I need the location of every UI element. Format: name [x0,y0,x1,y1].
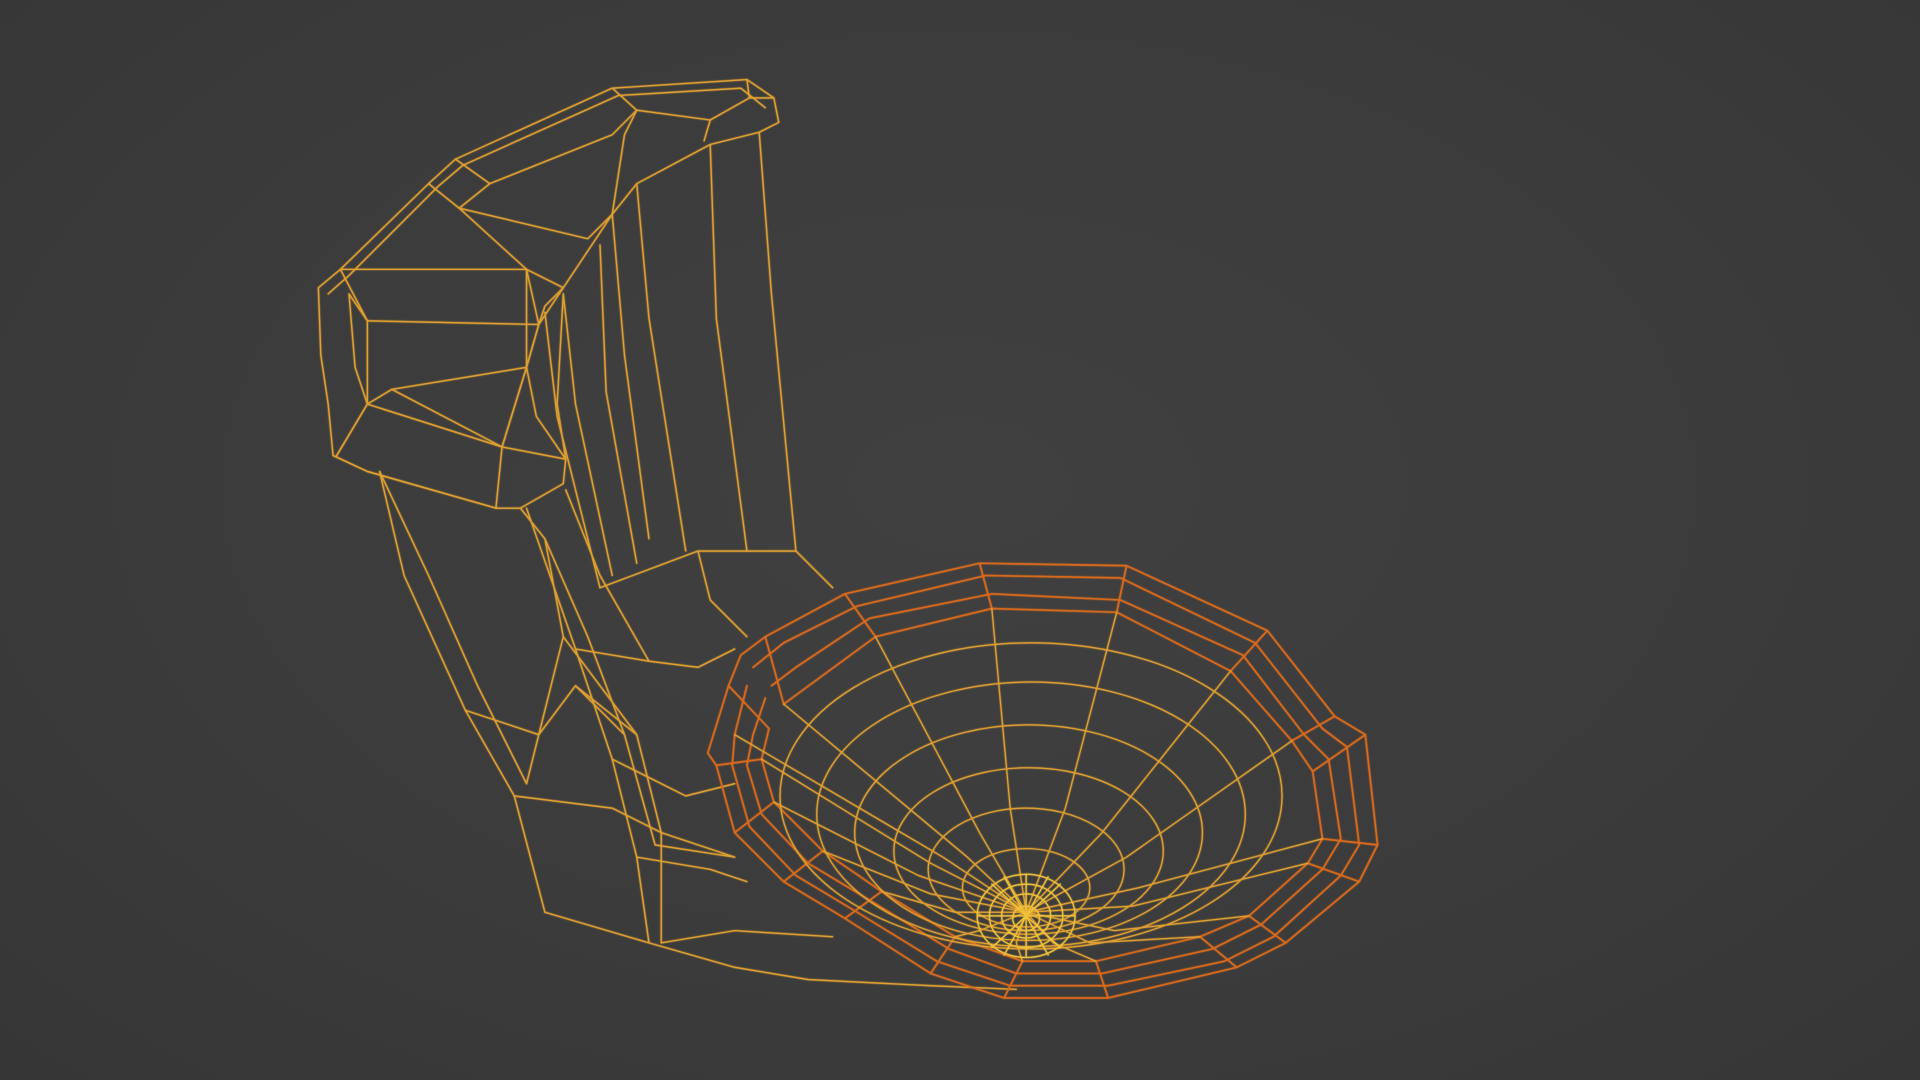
drain-wireframe [976,873,1076,959]
3d-viewport[interactable] [0,0,1920,1080]
bowl-interior-wireframe [734,607,1324,962]
toilet-wireframe [317,78,1379,999]
tank-wireframe [317,78,1017,991]
